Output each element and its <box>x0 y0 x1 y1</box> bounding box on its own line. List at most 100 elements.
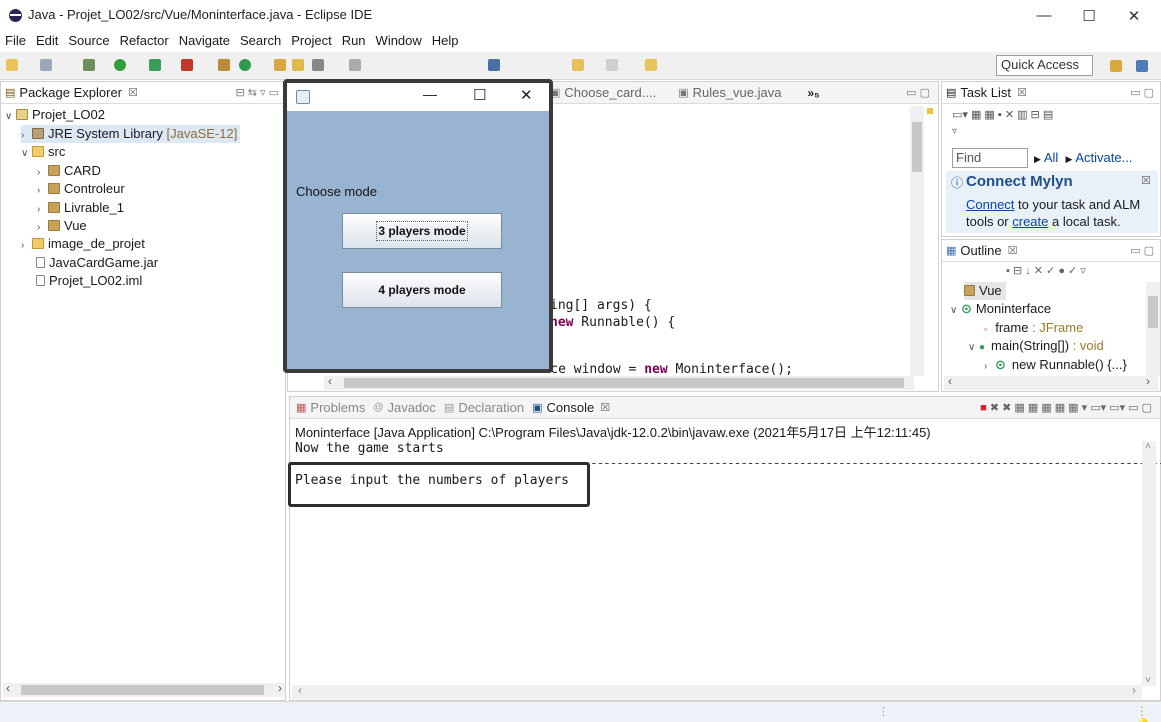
tree-image-folder[interactable]: › image_de_projet <box>21 235 145 253</box>
menu-refactor[interactable]: Refactor <box>115 31 174 51</box>
outline-item-anonymous[interactable]: › ⊙ new Runnable() {...} <box>984 356 1127 374</box>
save-icon[interactable] <box>40 59 52 71</box>
close-tab-icon[interactable]: ☒ <box>1017 86 1027 99</box>
horizontal-scrollbar[interactable]: ‹ › <box>3 681 285 697</box>
terminate-icon[interactable]: ■ <box>980 402 987 414</box>
menu-source[interactable]: Source <box>63 31 114 51</box>
outline-item-method[interactable]: ∨ ● main(String[]) : void <box>968 337 1104 355</box>
three-players-mode-button[interactable]: 3 players mode <box>342 213 502 249</box>
editor-tab-choose-card[interactable]: Choose_card.... <box>564 85 656 100</box>
annotation-icon[interactable] <box>349 59 361 71</box>
skip-breakpoints-icon[interactable] <box>488 59 500 71</box>
open-task-icon[interactable] <box>292 59 304 71</box>
view-minmax-icons[interactable]: ▭ ▢ <box>1130 86 1154 99</box>
scrollbar-thumb[interactable] <box>1148 296 1158 328</box>
tree-package-controleur[interactable]: › Controleur <box>37 180 125 198</box>
tree-iml-file[interactable]: Projet_LO02.iml <box>36 272 142 290</box>
tab-problems[interactable]: Problems <box>310 400 365 415</box>
editor-horizontal-scrollbar[interactable]: ‹ <box>324 374 914 390</box>
tree-package-livrable[interactable]: › Livrable_1 <box>37 199 124 217</box>
create-link[interactable]: create <box>1012 214 1048 229</box>
menu-search[interactable]: Search <box>235 31 286 51</box>
search-tool-icon[interactable] <box>312 59 324 71</box>
outline-toolbar-icons[interactable]: ▪ ⊟ ↓ ✕ ✓ ● ✓ ▿ <box>1006 264 1086 277</box>
scrollbar-thumb[interactable] <box>912 122 922 172</box>
outline-tab[interactable]: ▦ Outline ☒ ▭ ▢ <box>942 240 1160 262</box>
scroll-left-icon[interactable]: ‹ <box>298 683 302 697</box>
close-icon[interactable]: ☒ <box>1141 174 1151 187</box>
chevron-down-icon[interactable]: ∨ <box>5 108 16 126</box>
menu-project[interactable]: Project <box>286 31 336 51</box>
chevron-right-icon[interactable]: › <box>37 182 48 200</box>
activate-link[interactable]: Activate... <box>1075 150 1132 165</box>
chevron-down-icon[interactable]: ∨ <box>968 339 979 357</box>
tree-package-vue[interactable]: › Vue <box>37 217 87 235</box>
editor-tab-rules-vue[interactable]: Rules_vue.java <box>693 85 782 100</box>
console-toolbar-icons[interactable]: ■ ✖ ✖ ▦ ▦ ▦ ▦ ▦ ▾ ▭▾ ▭▾ ▭ ▢ <box>980 401 1152 414</box>
new-class-icon[interactable] <box>239 59 251 71</box>
scroll-left-icon[interactable]: ‹ <box>948 374 952 388</box>
menu-window[interactable]: Window <box>371 31 427 51</box>
editor-vertical-scrollbar[interactable] <box>910 106 924 376</box>
task-list-tab[interactable]: ▤ Task List ☒ ▭ ▢ <box>942 82 1160 104</box>
connect-link[interactable]: Connect <box>966 197 1014 212</box>
quick-access-input[interactable]: Quick Access <box>996 55 1093 76</box>
new-icon[interactable] <box>6 59 18 71</box>
tree-package-card[interactable]: › CARD <box>37 162 101 180</box>
outline-item-package[interactable]: Vue <box>964 282 1006 300</box>
menu-file[interactable]: File <box>0 31 31 51</box>
package-explorer-tab[interactable]: ▤ Package Explorer ☒ ⊟ ⇆ ▿ ▭ <box>1 82 285 104</box>
tree-project[interactable]: ∨ Projet_LO02 <box>5 106 105 124</box>
pin-editor-icon[interactable] <box>645 59 657 71</box>
close-tab-icon[interactable]: ☒ <box>1008 244 1018 257</box>
run-icon[interactable] <box>114 59 126 71</box>
new-java-package-icon[interactable] <box>218 59 230 71</box>
scrollbar-thumb[interactable] <box>21 685 264 695</box>
chevron-down-icon[interactable]: ∨ <box>21 145 32 163</box>
task-find-input[interactable]: Find <box>952 148 1028 168</box>
coverage-icon[interactable] <box>149 59 161 71</box>
task-toolbar-icons[interactable]: ▭▾ ▦ ▦ ▪ ✕ ▥ ⊟ ▤ <box>952 108 1053 121</box>
view-menu-icon[interactable]: ⊟ ⇆ ▿ ▭ <box>235 86 279 99</box>
debug-icon[interactable] <box>83 59 95 71</box>
tree-jar-file[interactable]: JavaCardGame.jar <box>36 254 158 272</box>
dialog-close-button[interactable]: ✕ <box>520 86 533 104</box>
scroll-right-icon[interactable]: › <box>1146 374 1150 388</box>
tab-javadoc[interactable]: Javadoc <box>387 400 435 415</box>
four-players-mode-button[interactable]: 4 players mode <box>342 272 502 308</box>
console-vertical-scrollbar[interactable]: ˄ ˅ <box>1142 441 1156 686</box>
chevron-right-icon[interactable]: › <box>21 237 32 255</box>
lightbulb-icon[interactable]: ⋮💡 <box>1136 704 1161 722</box>
open-perspective-icon[interactable] <box>1110 60 1122 72</box>
tree-src[interactable]: ∨ src <box>21 143 65 161</box>
all-link[interactable]: All <box>1044 150 1058 165</box>
chevron-down-icon[interactable]: ∨ <box>950 302 961 320</box>
scrollbar-thumb[interactable] <box>344 378 904 388</box>
maximize-button[interactable]: ☐ <box>1066 0 1112 31</box>
outline-item-field[interactable]: ▫ frame : JFrame <box>984 319 1083 337</box>
close-tab-icon[interactable]: ☒ <box>600 401 610 414</box>
back-icon[interactable] <box>572 59 584 71</box>
close-button[interactable]: ✕ <box>1111 0 1157 31</box>
outline-horizontal-scrollbar[interactable]: ‹ › <box>944 374 1158 390</box>
scroll-right-icon[interactable]: › <box>278 681 282 695</box>
open-type-icon[interactable] <box>274 59 286 71</box>
scroll-right-icon[interactable]: › <box>1132 683 1136 697</box>
menu-help[interactable]: Help <box>427 31 464 51</box>
tab-console[interactable]: Console <box>546 400 595 415</box>
forward-icon[interactable] <box>606 59 618 71</box>
scroll-down-icon[interactable]: ˅ <box>1145 675 1151 686</box>
scroll-left-icon[interactable]: ‹ <box>328 374 332 388</box>
menu-edit[interactable]: Edit <box>31 31 63 51</box>
console-horizontal-scrollbar[interactable]: ‹ › <box>292 683 1142 699</box>
view-minmax-icons[interactable]: ▭ ▢ <box>1130 244 1154 257</box>
more-tabs-button[interactable]: »₅ <box>807 86 819 100</box>
minimize-button[interactable]: — <box>1021 0 1067 31</box>
java-perspective-icon[interactable] <box>1136 60 1148 72</box>
chevron-right-icon[interactable]: › <box>984 358 995 376</box>
editor-minmax-icons[interactable]: ▭ ▢ <box>906 86 930 99</box>
scroll-up-icon[interactable]: ˄ <box>1145 441 1151 452</box>
close-tab-icon[interactable]: ☒ <box>128 86 138 99</box>
menu-run[interactable]: Run <box>337 31 371 51</box>
tree-jre-library[interactable]: › JRE System Library [JavaSE-12] <box>21 125 241 143</box>
